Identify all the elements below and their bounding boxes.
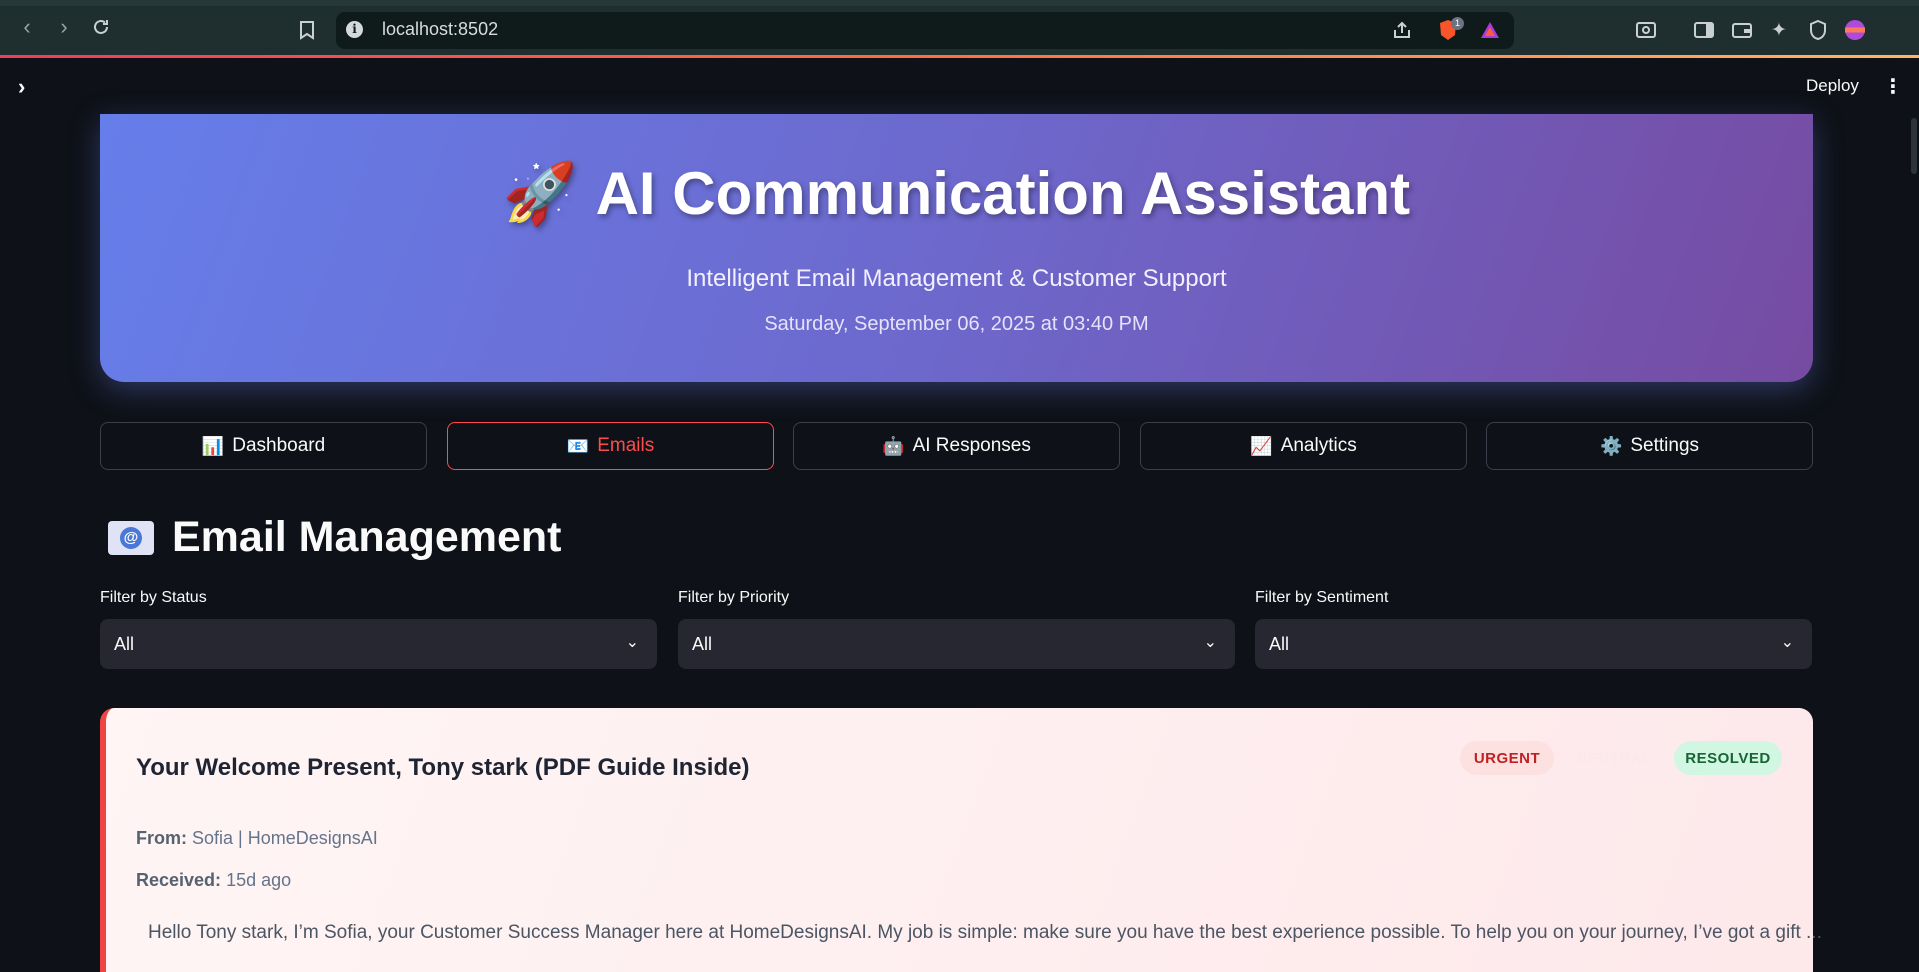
status-filter-label: Filter by Status bbox=[100, 589, 207, 606]
priority-filter-value: All bbox=[692, 633, 713, 654]
priority-filter-label: Filter by Priority bbox=[678, 589, 790, 606]
chevron-down-icon: ⌄ bbox=[625, 634, 639, 651]
tab-label: AI Responses bbox=[912, 435, 1031, 456]
robot-icon: 🤖 bbox=[882, 435, 905, 456]
status-filter-select[interactable]: All ⌄ bbox=[100, 619, 657, 669]
tab-label: Analytics bbox=[1280, 435, 1357, 456]
tab-ai-responses[interactable]: 🤖 AI Responses bbox=[793, 422, 1120, 470]
email-preview: Hello Tony stark, I’m Sofia, your Custom… bbox=[148, 922, 1822, 943]
address-bar[interactable] bbox=[336, 12, 1514, 49]
leo-ai-icon[interactable]: ✦ bbox=[1767, 18, 1791, 42]
tab-label: Settings bbox=[1630, 435, 1700, 456]
hero-title-text: AI Communication Assistant bbox=[595, 160, 1411, 227]
hero-subtitle: Intelligent Email Management & Customer … bbox=[686, 265, 1227, 292]
rocket-icon: 🚀 bbox=[502, 160, 578, 227]
trend-chart-icon: 📈 bbox=[1250, 435, 1273, 456]
section-heading: @ Email Management bbox=[108, 513, 562, 562]
tab-analytics[interactable]: 📈 Analytics bbox=[1140, 422, 1467, 470]
chevron-down-icon: ⌄ bbox=[1203, 634, 1217, 651]
tab-dashboard[interactable]: 📊 Dashboard bbox=[100, 422, 427, 470]
shields-count-badge: 1 bbox=[1451, 17, 1464, 30]
app-header bbox=[0, 58, 1919, 114]
main-menu-icon[interactable]: ⋮ bbox=[1883, 74, 1903, 99]
status-filter-value: All bbox=[114, 633, 135, 654]
site-info-icon[interactable]: i bbox=[346, 21, 363, 38]
tab-emails[interactable]: 📧 Emails bbox=[447, 422, 774, 470]
tab-search-icon[interactable] bbox=[1634, 18, 1658, 42]
tab-label: Dashboard bbox=[232, 435, 326, 456]
email-icon: 📧 bbox=[566, 435, 590, 456]
forward-icon[interactable]: › bbox=[53, 16, 75, 38]
tab-settings[interactable]: ⚙️ Settings bbox=[1486, 422, 1813, 470]
back-icon[interactable]: ‹ bbox=[16, 16, 38, 38]
email-from: From: Sofia | HomeDesignsAI bbox=[136, 828, 378, 849]
sentiment-filter-select[interactable]: All ⌄ bbox=[1255, 619, 1812, 669]
url-text[interactable]: localhost:8502 bbox=[382, 19, 498, 40]
sentiment-badge: NEUTRAL bbox=[1576, 749, 1652, 767]
hero-banner bbox=[100, 114, 1813, 382]
priority-badge: URGENT bbox=[1460, 741, 1554, 775]
priority-filter-select[interactable]: All ⌄ bbox=[678, 619, 1235, 669]
profile-avatar-icon[interactable] bbox=[1843, 18, 1867, 42]
vpn-icon[interactable] bbox=[1806, 18, 1830, 42]
page-title: 🚀 AI Communication Assistant bbox=[100, 158, 1813, 229]
received-value: 15d ago bbox=[226, 870, 292, 890]
share-icon[interactable] bbox=[1390, 18, 1414, 42]
wallet-icon[interactable] bbox=[1730, 18, 1754, 42]
chevron-right-icon[interactable]: › bbox=[18, 74, 25, 100]
from-value: Sofia | HomeDesignsAI bbox=[192, 828, 378, 848]
reload-icon[interactable] bbox=[90, 16, 112, 38]
deploy-button[interactable]: Deploy bbox=[1806, 76, 1859, 96]
from-label: From: bbox=[136, 828, 187, 848]
bar-chart-icon: 📊 bbox=[201, 435, 225, 456]
status-badge: RESOLVED bbox=[1674, 741, 1782, 775]
hero-datetime: Saturday, September 06, 2025 at 03:40 PM bbox=[764, 313, 1149, 335]
received-label: Received: bbox=[136, 870, 222, 890]
gear-icon: ⚙️ bbox=[1599, 435, 1623, 456]
sentiment-filter-value: All bbox=[1269, 633, 1290, 654]
envelope-icon: @ bbox=[108, 520, 154, 555]
section-title: Email Management bbox=[172, 513, 562, 561]
tab-label: Emails bbox=[597, 435, 655, 456]
sidebar-panel-icon[interactable] bbox=[1692, 18, 1716, 42]
email-subject: Your Welcome Present, Tony stark (PDF Gu… bbox=[136, 754, 750, 781]
bookmark-icon[interactable] bbox=[295, 18, 319, 42]
chevron-down-icon: ⌄ bbox=[1780, 634, 1794, 651]
brave-rewards-icon[interactable] bbox=[1478, 18, 1502, 42]
sentiment-filter-label: Filter by Sentiment bbox=[1255, 589, 1389, 606]
scrollbar-thumb[interactable] bbox=[1911, 118, 1917, 174]
email-received: Received: 15d ago bbox=[136, 870, 291, 891]
